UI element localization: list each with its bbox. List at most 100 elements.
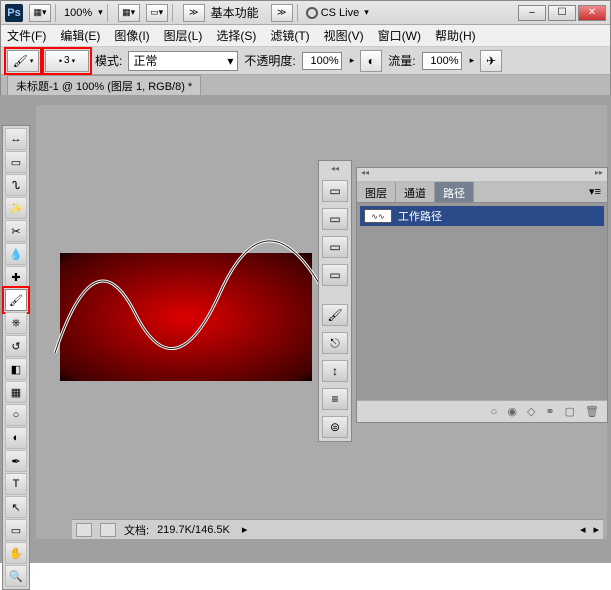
paths-list[interactable]: ∿∿ 工作路径 bbox=[357, 202, 607, 400]
paths-panel: ◂◂▸▸ 图层 通道 路径 ▾≡ ∿∿ 工作路径 ○ ◉ ◇ ⚭ ▢ 🗑 bbox=[356, 167, 608, 423]
pen-tool[interactable]: ✒ bbox=[5, 450, 27, 472]
dock-icon-6[interactable]: ⎋ bbox=[322, 332, 348, 354]
sb-button-1[interactable] bbox=[76, 523, 92, 537]
lasso-tool[interactable]: ᔐ bbox=[5, 174, 27, 196]
panel-menu-button[interactable]: ▾≡ bbox=[583, 182, 607, 202]
dock-icon-9[interactable]: ⊜ bbox=[322, 416, 348, 438]
zoom-tool[interactable]: 🔍 bbox=[5, 565, 27, 587]
menu-view[interactable]: 视图(V) bbox=[324, 27, 364, 44]
panel-grip[interactable]: ◂◂▸▸ bbox=[357, 168, 607, 182]
arrange-button[interactable]: ▦▾ bbox=[118, 4, 140, 22]
eyedropper-tool[interactable]: 💧 bbox=[5, 243, 27, 265]
flow-label: 流量: bbox=[388, 52, 415, 69]
opacity-flyout[interactable]: ▸ bbox=[350, 55, 355, 66]
tool-preset-picker[interactable]: 🖌▾ bbox=[7, 50, 39, 72]
airbrush-button[interactable]: ✈ bbox=[480, 50, 502, 72]
crop-tool[interactable]: ✂ bbox=[5, 220, 27, 242]
move-tool[interactable]: ↔ bbox=[5, 128, 27, 150]
tab-paths[interactable]: 路径 bbox=[435, 182, 474, 202]
gradient-tool[interactable]: ▦ bbox=[5, 381, 27, 403]
path-thumbnail: ∿∿ bbox=[364, 209, 392, 223]
shape-tool[interactable]: ▭ bbox=[5, 519, 27, 541]
toolbox: ↔ ▭ ᔐ ✨ ✂ 💧 ✚ 🖌 ⎈ ↺ ◧ ▦ ○ ◐ ✒ T ↖ ▭ ✋ 🔍 bbox=[2, 125, 30, 590]
path-row-work[interactable]: ∿∿ 工作路径 bbox=[360, 206, 604, 226]
path-name: 工作路径 bbox=[398, 208, 442, 224]
opacity-label: 不透明度: bbox=[244, 52, 295, 69]
zoom-level[interactable]: 100% bbox=[64, 7, 92, 19]
minimize-button[interactable]: – bbox=[518, 5, 546, 21]
menu-image[interactable]: 图像(I) bbox=[114, 27, 149, 44]
dock-icon-2[interactable]: ▭ bbox=[322, 208, 348, 230]
status-flyout[interactable]: ▸ bbox=[242, 523, 248, 536]
tablet-opacity-button[interactable]: ◐ bbox=[360, 50, 382, 72]
cslive-icon bbox=[306, 7, 318, 19]
scroll-right[interactable]: ▸ bbox=[593, 523, 599, 536]
sb-button-2[interactable] bbox=[100, 523, 116, 537]
type-tool[interactable]: T bbox=[5, 473, 27, 495]
bridge-button[interactable]: ▦▾ bbox=[29, 4, 51, 22]
blend-mode-dropdown[interactable]: 正常▾ bbox=[128, 51, 238, 71]
stroke-path-button[interactable]: ◉ bbox=[507, 405, 517, 418]
stamp-tool[interactable]: ⎈ bbox=[5, 312, 27, 334]
screenmode-button[interactable]: ▭▾ bbox=[146, 4, 168, 22]
scroll-left[interactable]: ◂ bbox=[580, 523, 586, 536]
brush-tool[interactable]: 🖌 bbox=[5, 289, 27, 311]
menu-window[interactable]: 窗口(W) bbox=[378, 27, 421, 44]
hand-tool[interactable]: ✋ bbox=[5, 542, 27, 564]
new-path-button[interactable]: ▢ bbox=[565, 405, 575, 418]
title-bar: Ps ▦▾ 100%▾ ▦▾ ▭▾ ≫ 基本功能 ≫ CS Live▾ – ☐ … bbox=[1, 1, 610, 25]
doc-size-label: 文档: bbox=[124, 522, 149, 538]
wand-tool[interactable]: ✨ bbox=[5, 197, 27, 219]
path-curve bbox=[60, 253, 312, 381]
collapsed-panel-dock: ◂◂ ▭ ▭ ▭ ▭ 🖌 ⎋ ↕ ≡ ⊜ bbox=[318, 160, 352, 442]
blur-tool[interactable]: ○ bbox=[5, 404, 27, 426]
menu-bar: 文件(F) 编辑(E) 图像(I) 图层(L) 选择(S) 滤镜(T) 视图(V… bbox=[1, 25, 610, 47]
make-work-path-button[interactable]: ⚭ bbox=[545, 405, 554, 418]
fill-path-button[interactable]: ○ bbox=[491, 406, 498, 418]
panel-tabs: 图层 通道 路径 ▾≡ bbox=[357, 182, 607, 202]
dock-grip[interactable]: ◂◂ bbox=[322, 164, 348, 174]
doc-size-value: 219.7K/146.5K bbox=[157, 524, 230, 536]
workspace-label[interactable]: 基本功能 bbox=[211, 4, 259, 21]
selection-from-path-button[interactable]: ◇ bbox=[527, 405, 535, 418]
dock-icon-8[interactable]: ≡ bbox=[322, 388, 348, 410]
maximize-button[interactable]: ☐ bbox=[548, 5, 576, 21]
menu-select[interactable]: 选择(S) bbox=[216, 27, 256, 44]
menu-help[interactable]: 帮助(H) bbox=[435, 27, 476, 44]
path-select-tool[interactable]: ↖ bbox=[5, 496, 27, 518]
dock-icon-7[interactable]: ↕ bbox=[322, 360, 348, 382]
workspace-more-button[interactable]: ≫ bbox=[271, 4, 293, 22]
menu-file[interactable]: 文件(F) bbox=[7, 27, 46, 44]
mode-label: 模式: bbox=[95, 52, 122, 69]
workspace: ↔ ▭ ᔐ ✨ ✂ 💧 ✚ 🖌 ⎈ ↺ ◧ ▦ ○ ◐ ✒ T ↖ ▭ ✋ 🔍 … bbox=[0, 95, 611, 563]
dock-icon-5[interactable]: 🖌 bbox=[322, 304, 348, 326]
tab-channels[interactable]: 通道 bbox=[396, 182, 435, 202]
delete-path-button[interactable]: 🗑 bbox=[585, 405, 599, 418]
close-button[interactable]: ✕ bbox=[578, 5, 606, 21]
canvas[interactable] bbox=[60, 253, 312, 381]
history-brush-tool[interactable]: ↺ bbox=[5, 335, 27, 357]
tab-layers[interactable]: 图层 bbox=[357, 182, 396, 202]
menu-layer[interactable]: 图层(L) bbox=[164, 27, 203, 44]
marquee-tool[interactable]: ▭ bbox=[5, 151, 27, 173]
dodge-tool[interactable]: ◐ bbox=[5, 427, 27, 449]
brush-size-picker[interactable]: • 3 ▾ bbox=[45, 50, 89, 72]
document-tab-bar: 未标题-1 @ 100% (图层 1, RGB/8) * bbox=[1, 75, 610, 95]
dock-icon-3[interactable]: ▭ bbox=[322, 236, 348, 258]
dock-icon-1[interactable]: ▭ bbox=[322, 180, 348, 202]
dock-icon-4[interactable]: ▭ bbox=[322, 264, 348, 286]
flow-flyout[interactable]: ▸ bbox=[470, 55, 475, 66]
heal-tool[interactable]: ✚ bbox=[5, 266, 27, 288]
menu-filter[interactable]: 滤镜(T) bbox=[270, 27, 309, 44]
document-tab[interactable]: 未标题-1 @ 100% (图层 1, RGB/8) * bbox=[7, 75, 201, 96]
paths-panel-footer: ○ ◉ ◇ ⚭ ▢ 🗑 bbox=[357, 400, 607, 422]
flow-input[interactable]: 100% bbox=[422, 52, 462, 70]
expand-button[interactable]: ≫ bbox=[183, 4, 205, 22]
menu-edit[interactable]: 编辑(E) bbox=[60, 27, 100, 44]
canvas-viewport[interactable]: ◂◂ ▭ ▭ ▭ ▭ 🖌 ⎋ ↕ ≡ ⊜ ◂◂▸▸ 图层 通道 路径 ▾≡ ∿∿ bbox=[36, 105, 607, 539]
cslive-button[interactable]: CS Live▾ bbox=[306, 7, 369, 19]
opacity-input[interactable]: 100% bbox=[302, 52, 342, 70]
eraser-tool[interactable]: ◧ bbox=[5, 358, 27, 380]
app-icon: Ps bbox=[5, 4, 23, 22]
brush-icon: 🖌 bbox=[13, 54, 28, 68]
